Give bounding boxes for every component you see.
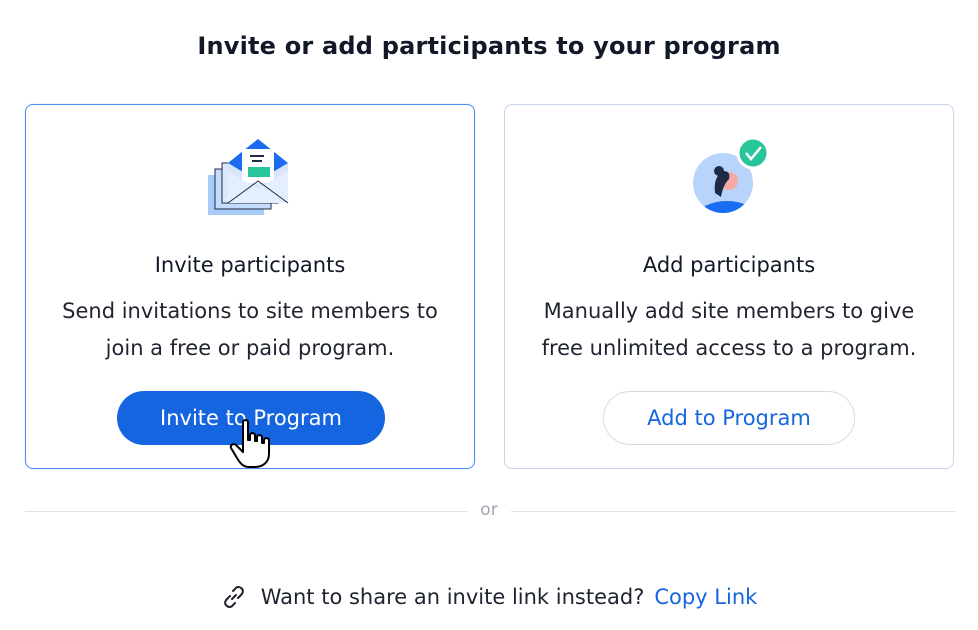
copy-link-button[interactable]: Copy Link bbox=[654, 585, 757, 609]
add-to-program-button[interactable]: Add to Program bbox=[603, 391, 855, 445]
add-description: Manually add site members to give free u… bbox=[541, 299, 917, 360]
invite-participants-card[interactable]: Invite participants Send invitations to … bbox=[25, 104, 475, 469]
hand-pointer-cursor-icon bbox=[229, 419, 270, 468]
add-participants-card[interactable]: Add participants Manually add site membe… bbox=[504, 104, 954, 469]
divider-line-right bbox=[511, 511, 955, 512]
person-check-icon bbox=[693, 136, 770, 213]
add-heading: Add participants bbox=[642, 253, 816, 277]
share-link-row: Want to share an invite link instead? Co… bbox=[0, 584, 978, 610]
link-icon bbox=[223, 585, 244, 609]
or-divider: or bbox=[25, 500, 955, 520]
invite-heading: Invite participants bbox=[154, 253, 346, 277]
divider-line-left bbox=[25, 511, 467, 512]
invite-description: Send invitations to site members to join… bbox=[62, 299, 438, 360]
page-title: Invite or add participants to your progr… bbox=[197, 32, 781, 60]
divider-or-label: or bbox=[480, 500, 498, 520]
envelope-invite-icon bbox=[208, 139, 289, 215]
share-link-prompt: Want to share an invite link instead? bbox=[260, 585, 645, 609]
